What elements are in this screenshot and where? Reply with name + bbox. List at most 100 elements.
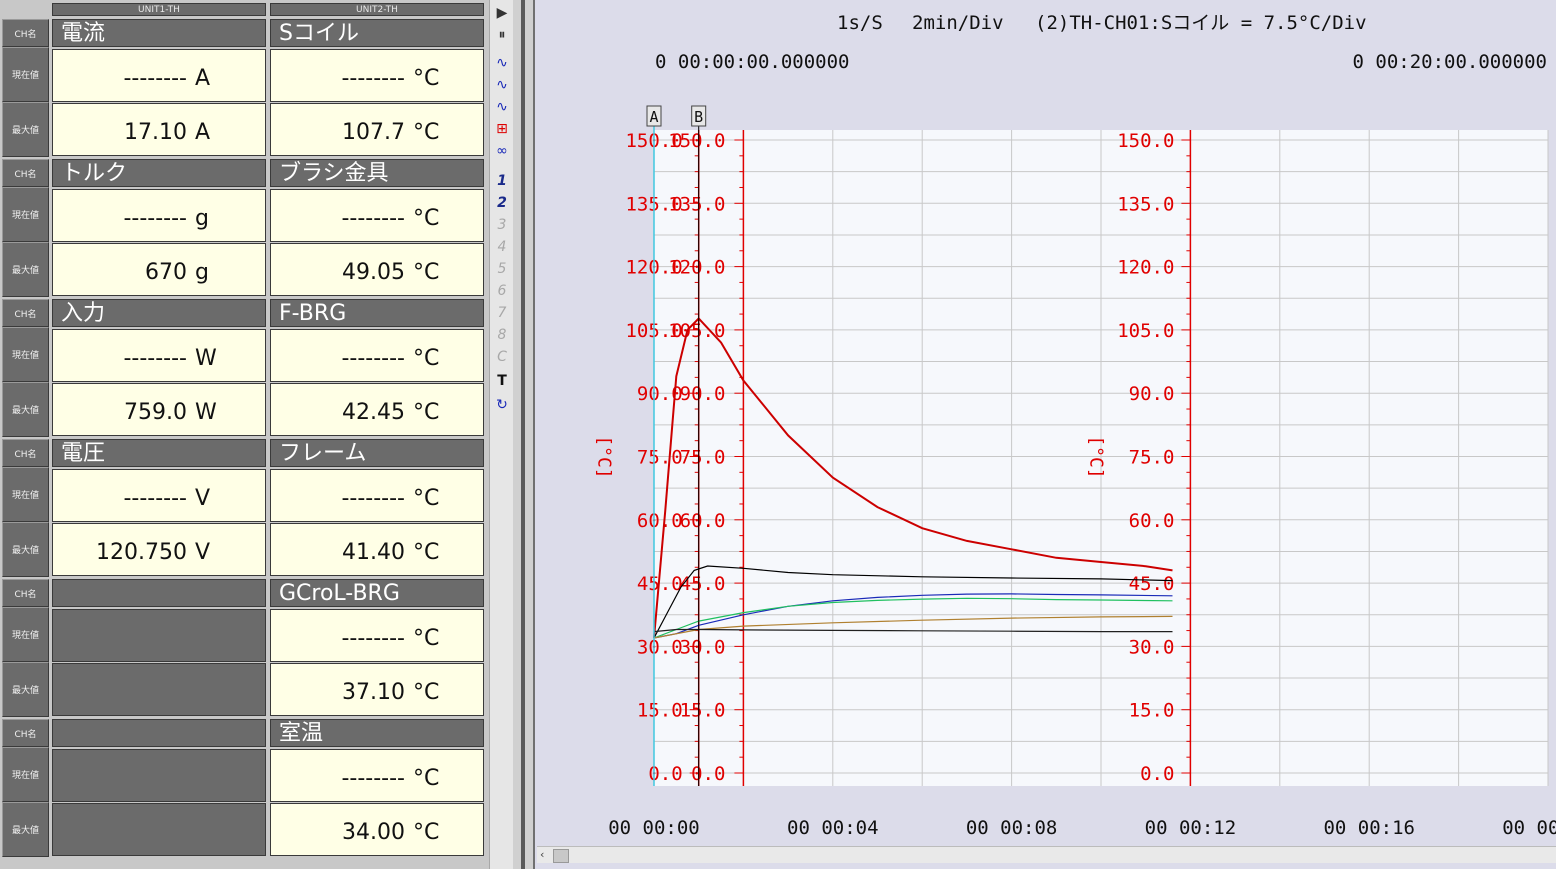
channel-name[interactable]: トルク (52, 159, 266, 187)
ch1-icon[interactable]: 1 (492, 172, 512, 191)
current-unit: g (195, 206, 209, 231)
max-value-cell: 41.40 °C (270, 523, 484, 576)
max-unit: °C (413, 260, 440, 285)
channel-name[interactable] (52, 719, 266, 747)
channel-name[interactable]: フレーム (270, 439, 484, 467)
current-unit: °C (413, 346, 440, 371)
x-tick-label: 00 00:12 (1145, 817, 1237, 839)
max-value: 759.0 (124, 400, 187, 425)
ch3-icon[interactable]: 3 (492, 216, 512, 235)
wave-a-icon[interactable]: ∿ (492, 54, 512, 73)
max-unit: °C (413, 540, 440, 565)
current-unit: °C (413, 626, 440, 651)
current-value-cell: -------- °C (270, 49, 484, 102)
current-value: -------- (341, 346, 405, 371)
max-unit: °C (413, 400, 440, 425)
y-unit-label: [°C] (594, 435, 615, 478)
current-value-cell: -------- °C (270, 609, 484, 662)
y-tick-label: 15.0 (637, 700, 683, 722)
y-tick-label: 60.0 (637, 510, 683, 532)
max-value-cell: 49.05 °C (270, 243, 484, 296)
refresh-icon[interactable]: ↻ (492, 396, 512, 415)
channel-name[interactable]: F-BRG (270, 299, 484, 327)
y-tick-label: 0.0 (691, 763, 725, 785)
y-tick-label: 30.0 (680, 636, 726, 658)
channel-name[interactable] (52, 579, 266, 607)
current-value-label: 現在値 (2, 747, 49, 802)
current-unit: °C (413, 206, 440, 231)
max-unit: A (195, 120, 211, 145)
channel-name[interactable]: GCroL-BRG (270, 579, 484, 607)
max-value: 37.10 (342, 680, 405, 705)
max-value: 34.00 (342, 820, 405, 845)
ch8-icon[interactable]: 8 (492, 326, 512, 345)
cursor-icon[interactable]: ⊞ (492, 120, 512, 139)
scroll-left-icon[interactable]: ‹ (540, 847, 544, 863)
max-value: 670 (145, 260, 187, 285)
wave-b-icon[interactable]: ∿ (492, 76, 512, 95)
max-value: 49.05 (342, 260, 405, 285)
ch7-icon[interactable]: 7 (492, 304, 512, 323)
max-unit: V (195, 540, 211, 565)
ch-name-label: CH名 (2, 299, 49, 327)
current-value: -------- (341, 766, 405, 791)
current-unit: °C (413, 66, 440, 91)
y-tick-label: 75.0 (637, 447, 683, 469)
current-value: -------- (341, 66, 405, 91)
probe-icon[interactable]: ∞ (492, 142, 512, 161)
max-value-cell: 37.10 °C (270, 663, 484, 716)
ch4-icon[interactable]: 4 (492, 238, 512, 257)
time-division: 2min/Div (912, 12, 1004, 34)
current-value-cell: -------- °C (270, 469, 484, 522)
max-value: 17.10 (124, 120, 187, 145)
channel-name[interactable]: 入力 (52, 299, 266, 327)
y-unit-label: [°C] (1085, 435, 1106, 478)
channel-name[interactable]: 室温 (270, 719, 484, 747)
ch2-icon[interactable]: 2 (492, 194, 512, 213)
y-tick-label: 90.0 (1129, 383, 1175, 405)
time-start: 0 00:00:00.000000 (655, 51, 849, 73)
current-value-cell: -------- W (52, 329, 266, 382)
wave-c-icon[interactable]: ∿ (492, 98, 512, 117)
play-icon[interactable]: ▶ (492, 4, 512, 23)
y-tick-label: 120.0 (668, 257, 725, 279)
ch5-icon[interactable]: 5 (492, 260, 512, 279)
y-tick-label: 105.0 (1117, 320, 1174, 342)
current-unit: A (195, 66, 211, 91)
channel-name[interactable]: 電圧 (52, 439, 266, 467)
text-icon[interactable]: T (492, 372, 512, 391)
pause-icon[interactable]: ⏸ (492, 26, 512, 45)
y-tick-label: 45.0 (1129, 573, 1175, 595)
channel-name[interactable]: 電流 (52, 19, 266, 47)
unit2-header: UNIT2-TH (270, 3, 484, 16)
horizontal-scrollbar[interactable]: ‹ (537, 846, 1556, 863)
max-value-cell: 17.10 A (52, 103, 266, 156)
y-tick-label: 60.0 (1129, 510, 1175, 532)
unit1-header: UNIT1-TH (52, 3, 266, 16)
cursor-b-label: B (694, 108, 703, 126)
empty-cell (52, 663, 266, 716)
y-tick-label: 30.0 (637, 636, 683, 658)
y-tick-label: 150.0 (668, 130, 725, 152)
ch-name-label: CH名 (2, 719, 49, 747)
empty-cell (52, 749, 266, 802)
current-value: -------- (123, 206, 187, 231)
current-value-cell: -------- g (52, 189, 266, 242)
channel-name[interactable]: ブラシ金具 (270, 159, 484, 187)
max-unit: °C (413, 820, 440, 845)
current-value-cell: -------- V (52, 469, 266, 522)
x-tick-label: 00 00:00 (608, 817, 700, 839)
ch6-icon[interactable]: 6 (492, 282, 512, 301)
panel-splitter[interactable] (513, 0, 533, 869)
scroll-thumb[interactable] (553, 849, 569, 863)
current-value: -------- (123, 486, 187, 511)
y-tick-label: 120.0 (1117, 257, 1174, 279)
ch-name-label: CH名 (2, 19, 49, 47)
chc-icon[interactable]: C (492, 348, 512, 367)
current-unit: °C (413, 766, 440, 791)
trend-chart[interactable]: 150.0 135.0 120.0 105.0 90.0 75.0 60.0 45.0 30.0… (535, 0, 1556, 869)
y-tick-label: 135.0 (1117, 193, 1174, 215)
current-value-label: 現在値 (2, 607, 49, 662)
max-value-cell: 120.750 V (52, 523, 266, 576)
channel-name[interactable]: Sコイル (270, 19, 484, 47)
